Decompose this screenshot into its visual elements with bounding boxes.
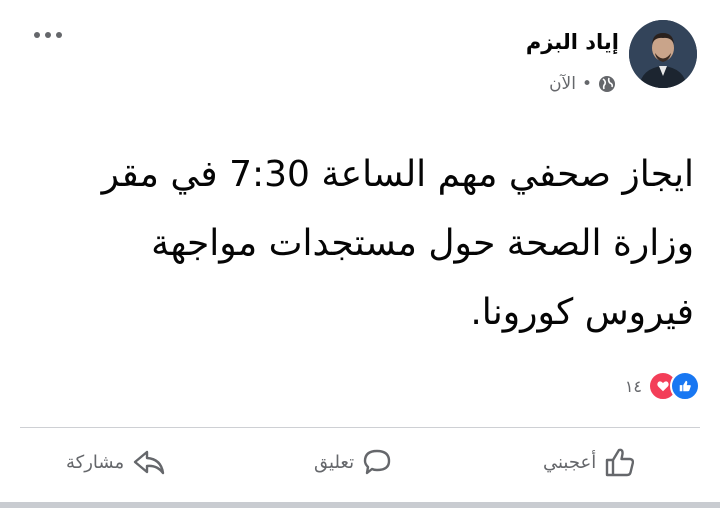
more-dot-icon bbox=[56, 32, 62, 38]
post-timestamp[interactable]: الآن bbox=[549, 74, 576, 94]
share-arrow-icon bbox=[132, 447, 166, 477]
more-dot-icon bbox=[34, 32, 40, 38]
reactions-summary[interactable]: ١٤ bbox=[625, 371, 700, 401]
meta-separator: • bbox=[581, 74, 592, 94]
reaction-count[interactable]: ١٤ bbox=[625, 377, 642, 396]
more-options-button[interactable] bbox=[26, 22, 70, 48]
like-button[interactable]: أعجبني bbox=[543, 442, 636, 482]
author-avatar[interactable] bbox=[629, 20, 697, 88]
author-name[interactable]: إياد البزم bbox=[526, 30, 619, 54]
avatar-image bbox=[629, 20, 697, 88]
more-dot-icon bbox=[45, 32, 51, 38]
like-label: أعجبني bbox=[543, 451, 597, 473]
post-text-line: فيروس كورونا. bbox=[470, 292, 694, 333]
post-text: ايجاز صحفي مهم الساعة 7:30 في مقر وزارة … bbox=[34, 140, 694, 347]
share-label: مشاركة bbox=[66, 451, 125, 473]
comment-button[interactable]: تعليق bbox=[314, 442, 392, 482]
comment-label: تعليق bbox=[314, 451, 355, 473]
post-text-line: وزارة الصحة حول مستجدات مواجهة bbox=[151, 223, 694, 264]
actions-divider bbox=[20, 427, 700, 428]
comment-bubble-icon bbox=[362, 447, 392, 477]
post-text-line: ايجاز صحفي مهم الساعة 7:30 في مقر bbox=[101, 154, 694, 195]
like-reaction-icon bbox=[670, 371, 700, 401]
thumbs-up-icon bbox=[604, 446, 636, 478]
bottom-separator-bar bbox=[0, 502, 720, 508]
globe-icon[interactable] bbox=[598, 75, 616, 93]
share-button[interactable]: مشاركة bbox=[66, 442, 166, 482]
post-meta: الآن • bbox=[549, 74, 616, 94]
